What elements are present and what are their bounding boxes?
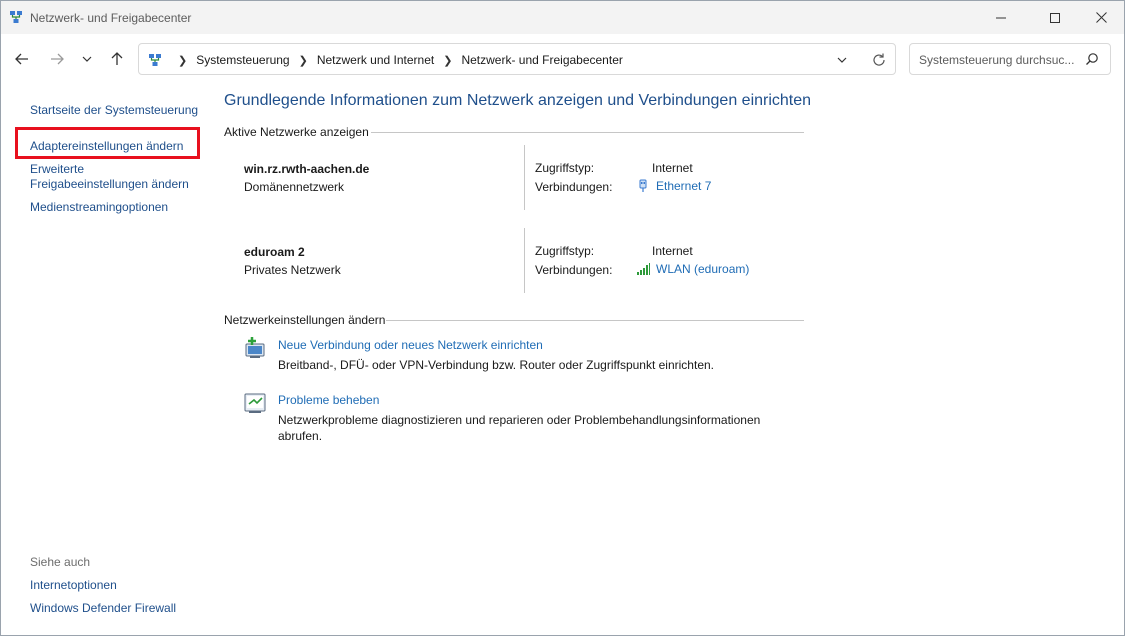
arrow-up-icon <box>111 52 123 65</box>
network-divider <box>524 145 525 210</box>
troubleshoot-link[interactable]: Probleme beheben <box>278 393 379 407</box>
up-button[interactable] <box>104 46 130 72</box>
navigation-bar: ❯ Systemsteuerung ❯ Netzwerk und Interne… <box>1 34 1124 86</box>
network-name: win.rz.rwth-aachen.de <box>244 162 370 176</box>
new-connection-icon <box>245 337 265 358</box>
active-networks-header: Aktive Netzwerke anzeigen <box>224 125 369 139</box>
refresh-icon[interactable] <box>871 52 887 68</box>
connection-name[interactable]: WLAN (eduroam) <box>656 262 749 276</box>
maximize-button[interactable] <box>1032 1 1078 34</box>
network-name: eduroam 2 <box>244 245 305 259</box>
breadcrumb-item[interactable]: Netzwerk und Internet <box>317 53 434 67</box>
breadcrumb-item[interactable]: Netzwerk- und Freigabecenter <box>461 53 622 67</box>
minimize-button[interactable] <box>978 1 1024 34</box>
sidebar-link-internet-options[interactable]: Internetoptionen <box>30 578 117 593</box>
breadcrumb-item[interactable]: Systemsteuerung <box>196 53 289 67</box>
network-type: Domänennetzwerk <box>244 180 345 194</box>
breadcrumb-separator-icon: ❯ <box>298 54 308 67</box>
breadcrumb-separator-icon: ❯ <box>443 54 453 67</box>
control-panel-window: Netzwerk- und Freigabecenter ❯ Systemste… <box>0 0 1125 636</box>
arrow-left-icon <box>15 53 28 65</box>
new-connection-description: Breitband-, DFÜ- oder VPN-Verbindung bzw… <box>278 358 714 372</box>
access-type-label: Zugriffstyp: <box>535 161 595 175</box>
wifi-signal-icon <box>637 263 650 275</box>
recent-locations-button[interactable] <box>74 46 100 72</box>
troubleshoot-icon <box>244 393 266 413</box>
connections-label: Verbindungen: <box>535 180 613 194</box>
breadcrumb-separator-icon: ❯ <box>178 54 188 67</box>
sidebar: Startseite der Systemsteuerung Adapterei… <box>1 86 206 635</box>
sidebar-link-media-streaming[interactable]: Medienstreamingoptionen <box>30 200 168 215</box>
search-icon[interactable] <box>1085 52 1099 66</box>
network-divider <box>524 228 525 293</box>
sidebar-link-firewall[interactable]: Windows Defender Firewall <box>30 601 176 616</box>
connection-name[interactable]: Ethernet 7 <box>656 179 711 193</box>
address-bar[interactable]: ❯ Systemsteuerung ❯ Netzwerk und Interne… <box>138 43 896 75</box>
main-content: Grundlegende Informationen zum Netzwerk … <box>206 86 1124 635</box>
breadcrumb: ❯ Systemsteuerung ❯ Netzwerk und Interne… <box>169 53 623 67</box>
maximize-icon <box>1050 12 1060 23</box>
connection-link-wlan[interactable]: WLAN (eduroam) <box>636 262 749 276</box>
address-dropdown-icon[interactable] <box>835 53 849 67</box>
close-icon <box>1095 12 1107 23</box>
new-connection-link[interactable]: Neue Verbindung oder neues Netzwerk einr… <box>278 338 543 352</box>
network-center-icon <box>10 11 22 23</box>
search-box[interactable]: Systemsteuerung durchsuc... <box>909 43 1111 75</box>
window-title: Netzwerk- und Freigabecenter <box>30 11 192 25</box>
sidebar-link-adapter-settings[interactable]: Adaptereinstellungen ändern <box>30 139 183 154</box>
page-title: Grundlegende Informationen zum Netzwerk … <box>224 92 812 109</box>
control-panel-icon <box>149 54 161 66</box>
close-button[interactable] <box>1078 1 1124 34</box>
connections-label: Verbindungen: <box>535 263 613 277</box>
section-divider <box>371 132 804 133</box>
troubleshoot-description: Netzwerkprobleme diagnostizieren und rep… <box>278 413 761 443</box>
ethernet-icon <box>639 179 647 192</box>
sidebar-link-home[interactable]: Startseite der Systemsteuerung <box>30 103 198 118</box>
access-type-label: Zugriffstyp: <box>535 244 595 258</box>
chevron-down-icon <box>82 56 92 62</box>
forward-button[interactable] <box>44 46 70 72</box>
sidebar-link-advanced-sharing[interactable]: Erweiterte Freigabeeinstellungen ändern <box>30 162 200 192</box>
connection-link-ethernet[interactable]: Ethernet 7 <box>636 179 711 193</box>
access-type-value: Internet <box>652 244 693 258</box>
access-type-value: Internet <box>652 161 693 175</box>
arrow-right-icon <box>51 53 64 65</box>
search-input[interactable]: Systemsteuerung durchsuc... <box>919 53 1085 67</box>
back-button[interactable] <box>9 46 35 72</box>
see-also-label: Siehe auch <box>30 555 91 569</box>
network-settings-header: Netzwerkeinstellungen ändern <box>224 313 386 327</box>
network-type: Privates Netzwerk <box>244 263 341 277</box>
minimize-icon <box>996 17 1006 18</box>
section-divider <box>386 320 804 321</box>
title-bar: Netzwerk- und Freigabecenter <box>1 1 1124 34</box>
